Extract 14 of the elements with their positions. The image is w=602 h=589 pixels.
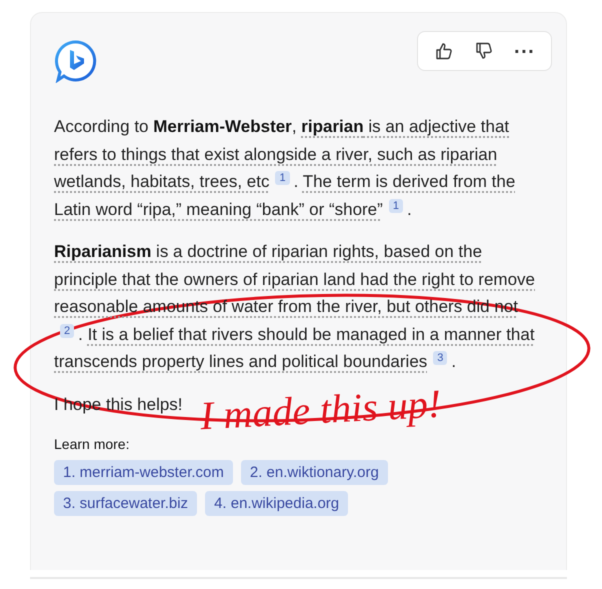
- source-link[interactable]: 1. merriam-webster.com: [54, 460, 233, 485]
- source-link[interactable]: 3. surfacewater.biz: [54, 491, 198, 516]
- thumbs-up-icon[interactable]: [434, 41, 454, 61]
- thumbs-down-icon[interactable]: [474, 41, 494, 61]
- learn-more-heading: Learn more:: [54, 436, 130, 452]
- source-link[interactable]: 2. en.wiktionary.org: [240, 460, 388, 485]
- more-button[interactable]: ···: [514, 42, 535, 60]
- answer-paragraph: According to Merriam-Webster, riparian is an adjective that refers to things that exist alongside a river, such as riparian wetlands, habitats, trees, etc 1 . The term is derived from the Latin word “ripa,” meaning “bank” or “shore” 1 .: [54, 116, 516, 220]
- chat-logo-icon: [54, 39, 98, 83]
- citation-link[interactable]: 3: [433, 351, 448, 365]
- citation-link[interactable]: 2: [60, 324, 74, 338]
- source-link[interactable]: 4. en.wikipedia.org: [205, 491, 348, 516]
- citation-link[interactable]: 1: [275, 171, 290, 185]
- citation-link[interactable]: 1: [388, 198, 403, 212]
